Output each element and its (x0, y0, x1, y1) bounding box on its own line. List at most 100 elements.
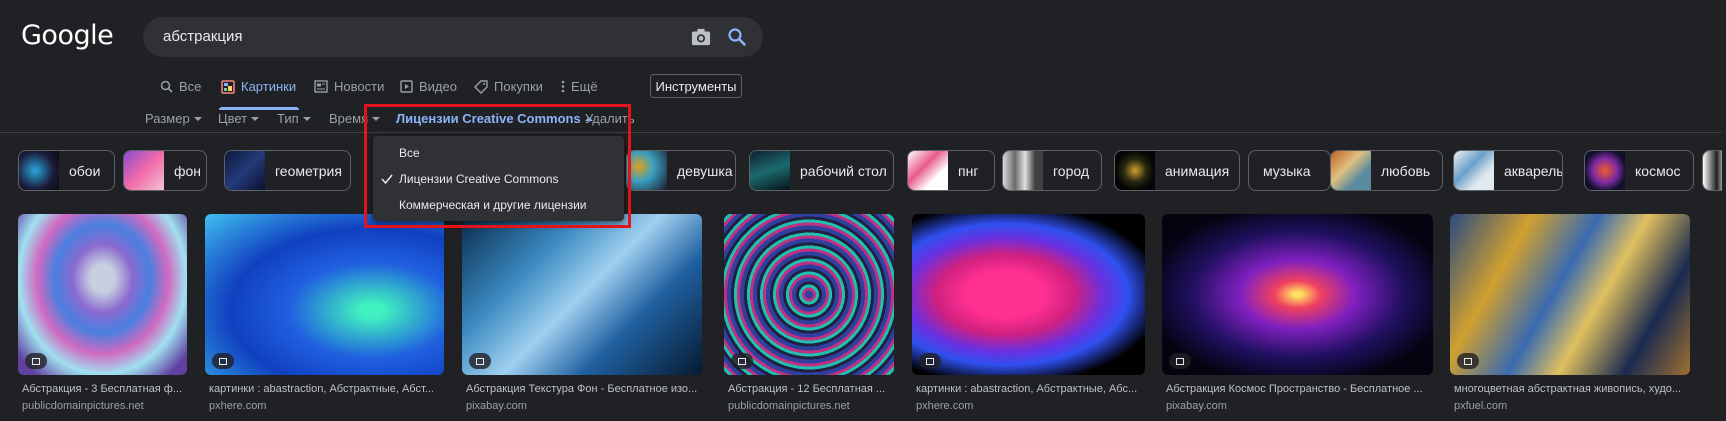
chip-label: акварель (1504, 162, 1563, 179)
filter-type[interactable]: Тип (277, 111, 311, 126)
license-option-all[interactable]: Все (399, 146, 420, 160)
video-icon (400, 80, 413, 93)
image-source: publicdomainpictures.net (728, 400, 850, 412)
chip-label: пнг (958, 162, 979, 179)
chip-label: город (1053, 162, 1090, 179)
image-title[interactable]: картинки : abastraction, Абстрактные, Аб… (209, 383, 444, 395)
chip-thumbnail (908, 151, 948, 190)
filter-label: Время (329, 111, 369, 126)
filter-label: Удалить (585, 111, 635, 126)
chip-thumbnail (1003, 151, 1043, 190)
related-chips: обои фон геометрия девушка рабочий стол … (0, 150, 1726, 193)
scrollbar[interactable] (1722, 0, 1726, 421)
image-badge-icon (25, 353, 47, 369)
image-thumbnail[interactable] (1450, 214, 1690, 375)
image-thumbnail[interactable] (462, 214, 702, 375)
tab-label: Покупки (494, 79, 543, 94)
filter-bar: Размер Цвет Тип Время Лицензии Creative … (0, 111, 1726, 129)
filter-time[interactable]: Время (329, 111, 381, 126)
tab-shopping[interactable]: Покупки (474, 79, 543, 94)
image-thumbnail[interactable] (1162, 214, 1433, 375)
tools-button[interactable]: Инструменты (650, 74, 742, 98)
chip-label: анимация (1165, 162, 1230, 179)
chip[interactable]: геометрия (224, 150, 351, 191)
image-badge-icon (469, 353, 491, 369)
tab-all[interactable]: Все (160, 79, 201, 94)
image-source: pixabay.com (1166, 400, 1227, 412)
chip[interactable]: обои (18, 150, 115, 191)
chip[interactable]: анимация (1114, 150, 1240, 191)
chip-label: девушка (677, 162, 733, 179)
chip-thumbnail (750, 151, 790, 190)
camera-icon[interactable] (690, 27, 712, 47)
chip-label: обои (69, 162, 101, 179)
tab-news[interactable]: Новости (314, 79, 384, 94)
image-thumbnail[interactable] (205, 214, 444, 375)
filter-clear[interactable]: Удалить (585, 111, 635, 126)
image-title[interactable]: Абстракция - 3 Бесплатная ф... (22, 383, 187, 395)
license-option-creative-commons[interactable]: Лицензии Creative Commons (399, 172, 559, 186)
image-thumbnail[interactable] (18, 214, 187, 375)
chip[interactable]: город (1002, 150, 1102, 191)
filter-label: Цвет (218, 111, 248, 126)
chip-thumbnail (1115, 151, 1155, 190)
chevron-down-icon (302, 116, 311, 121)
chip[interactable]: космос (1584, 150, 1694, 191)
image-source: pxhere.com (916, 400, 974, 412)
chip[interactable]: девушка (626, 150, 736, 191)
image-badge-icon (1169, 353, 1191, 369)
google-logo[interactable]: Google (21, 20, 114, 51)
image-badge-icon (731, 353, 753, 369)
chip-label: музыка (1263, 162, 1311, 179)
chevron-down-icon (251, 116, 260, 121)
tab-more[interactable]: Ещё (561, 79, 598, 94)
tab-video[interactable]: Видео (400, 79, 457, 94)
image-title[interactable]: многоцветная абстрактная живопись, худо.… (1454, 383, 1690, 395)
tab-label: Видео (419, 79, 457, 94)
active-tab-indicator (219, 107, 299, 110)
search-input[interactable]: абстракция (163, 28, 242, 45)
chip-label: космос (1635, 162, 1681, 179)
image-badge-icon (212, 353, 234, 369)
chip[interactable]: музыка (1248, 150, 1331, 191)
image-thumbnail[interactable] (912, 214, 1145, 375)
image-thumbnail[interactable] (724, 214, 894, 375)
search-icon[interactable] (727, 27, 747, 47)
tab-images[interactable]: Картинки (221, 79, 296, 94)
chevron-down-icon (372, 116, 381, 121)
chip-label: рабочий стол (800, 162, 887, 179)
search-box[interactable]: абстракция (143, 17, 763, 57)
filter-label: Тип (277, 111, 299, 126)
more-vert-icon (561, 80, 565, 93)
chip-thumbnail (1454, 151, 1494, 190)
image-badge-icon (919, 353, 941, 369)
image-title[interactable]: Абстракция Текстура Фон - Бесплатное изо… (466, 383, 702, 395)
filter-size[interactable]: Размер (145, 111, 202, 126)
chip[interactable]: рабочий стол (749, 150, 894, 191)
chip-thumbnail (225, 151, 265, 190)
chip[interactable]: любовь (1330, 150, 1443, 191)
chip[interactable]: пнг (907, 150, 995, 191)
license-option-commercial[interactable]: Коммерческая и другие лицензии (399, 198, 587, 212)
chip-thumbnail (124, 151, 164, 190)
images-icon (221, 79, 235, 94)
chip[interactable]: акварель (1453, 150, 1563, 191)
tab-label: Новости (334, 79, 385, 94)
image-title[interactable]: картинки : abastraction, Абстрактные, Аб… (916, 383, 1145, 395)
image-title[interactable]: Абстракция Космос Пространство - Бесплат… (1166, 383, 1433, 395)
chip[interactable]: фон (123, 150, 207, 191)
chip-label: фон (174, 162, 202, 179)
news-icon (314, 80, 328, 93)
chip-label: геометрия (275, 162, 342, 179)
chip-thumbnail (1585, 151, 1625, 190)
chip-thumbnail (19, 151, 59, 190)
tag-icon (474, 79, 488, 94)
filter-license[interactable]: Лицензии Creative Commons (396, 111, 593, 126)
tab-label: Картинки (241, 79, 297, 94)
license-dropdown-menu: Все Лицензии Creative Commons Коммерческ… (373, 136, 624, 221)
image-title[interactable]: Абстракция - 12 Бесплатная ... (728, 383, 894, 395)
filter-label: Размер (145, 111, 190, 126)
image-badge-icon (1457, 353, 1479, 369)
chip-label: любовь (1381, 162, 1431, 179)
filter-color[interactable]: Цвет (218, 111, 260, 126)
